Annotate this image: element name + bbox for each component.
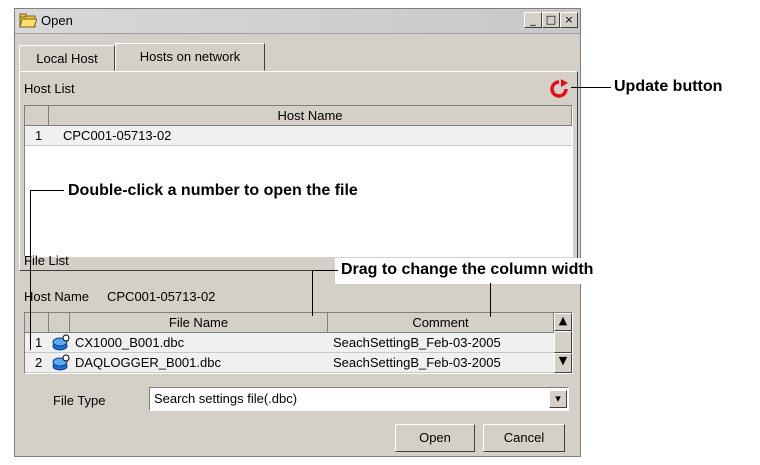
file-name-cell: CX1000_B001.dbc: [75, 335, 185, 350]
database-file-icon: [52, 334, 70, 351]
refresh-icon[interactable]: [549, 79, 569, 99]
file-list: File Name Comment 1 CX1000_B001.dbc Seac…: [24, 312, 573, 374]
file-number-header: [25, 313, 49, 333]
table-row[interactable]: 2 DAQLOGGER_B001.dbc SeachSettingB_Feb-0…: [25, 353, 554, 373]
file-type-label: File Type: [53, 393, 106, 408]
update-callout-line: [571, 87, 611, 88]
comment-header[interactable]: Comment: [328, 313, 554, 333]
file-name-cell: DAQLOGGER_B001.dbc: [75, 355, 221, 370]
chevron-down-icon[interactable]: ▾: [549, 390, 567, 408]
title-bar: Open _ □ ×: [15, 9, 580, 34]
maximize-button[interactable]: □: [542, 12, 560, 28]
tab-local-host[interactable]: Local Host: [19, 45, 115, 71]
table-row[interactable]: 1 CX1000_B001.dbc SeachSettingB_Feb-03-2…: [25, 333, 554, 353]
file-name-header[interactable]: File Name: [70, 313, 328, 333]
host-name-value: CPC001-05713-02: [107, 289, 216, 304]
drag-callout-line-v2: [490, 283, 491, 317]
double-click-callout-line-h: [30, 190, 64, 191]
host-number-header: [25, 106, 49, 126]
row-number[interactable]: 1: [35, 333, 42, 353]
double-click-callout: Double-click a number to open the file: [68, 182, 358, 199]
open-button[interactable]: Open: [395, 424, 475, 452]
open-dialog: Open _ □ × Local Host Hosts on network H…: [14, 8, 581, 457]
double-click-callout-line-v: [30, 190, 31, 350]
minimize-button[interactable]: _: [524, 12, 542, 28]
update-button-callout: Update button: [614, 78, 723, 95]
comment-cell: SeachSettingB_Feb-03-2005: [333, 355, 501, 370]
close-button[interactable]: ×: [560, 12, 578, 28]
host-name-header[interactable]: Host Name: [49, 106, 572, 126]
host-name-label: Host Name: [24, 289, 90, 304]
folder-icon: [19, 13, 37, 28]
scroll-down-icon[interactable]: ▼: [554, 353, 572, 373]
row-number[interactable]: 2: [35, 353, 42, 373]
table-row[interactable]: 1 CPC001-05713-02: [25, 126, 572, 146]
host-name-cell: CPC001-05713-02: [63, 128, 172, 143]
comment-cell: SeachSettingB_Feb-03-2005: [333, 335, 501, 350]
drag-callout-line-h: [312, 270, 338, 271]
scroll-up-icon[interactable]: ▲: [554, 313, 572, 331]
row-number[interactable]: 1: [35, 126, 42, 146]
scroll-thumb[interactable]: [554, 331, 572, 353]
host-list-label: Host List: [24, 81, 75, 96]
file-list-scrollbar[interactable]: ▲ ▼: [554, 313, 572, 373]
file-type-select[interactable]: Search settings file(.dbc) ▾: [149, 387, 569, 411]
drag-callout-line-v1: [312, 270, 313, 316]
database-file-icon: [52, 354, 70, 371]
cancel-button[interactable]: Cancel: [483, 424, 565, 452]
file-type-value: Search settings file(.dbc): [154, 391, 298, 406]
file-icon-header: [49, 313, 70, 333]
drag-callout: Drag to change the column width: [341, 261, 594, 278]
tab-hosts-on-network[interactable]: Hosts on network: [115, 43, 265, 71]
window-title: Open: [41, 13, 73, 28]
